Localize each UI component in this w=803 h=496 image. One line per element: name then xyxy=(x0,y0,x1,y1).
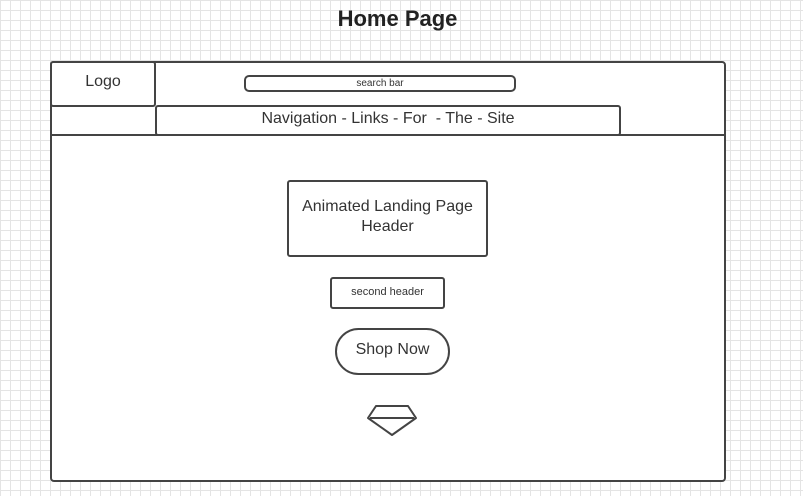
landing-header: Animated Landing Page Header xyxy=(287,180,488,257)
search-input[interactable]: search bar xyxy=(244,75,516,92)
chevron-down-icon[interactable] xyxy=(366,404,418,438)
navigation-bar[interactable]: Navigation - Links - For - The - Site xyxy=(155,105,621,136)
shop-now-button[interactable]: Shop Now xyxy=(335,328,450,375)
page-title: Home Page xyxy=(337,6,458,31)
second-header: second header xyxy=(330,277,445,309)
logo[interactable]: Logo xyxy=(50,61,156,107)
